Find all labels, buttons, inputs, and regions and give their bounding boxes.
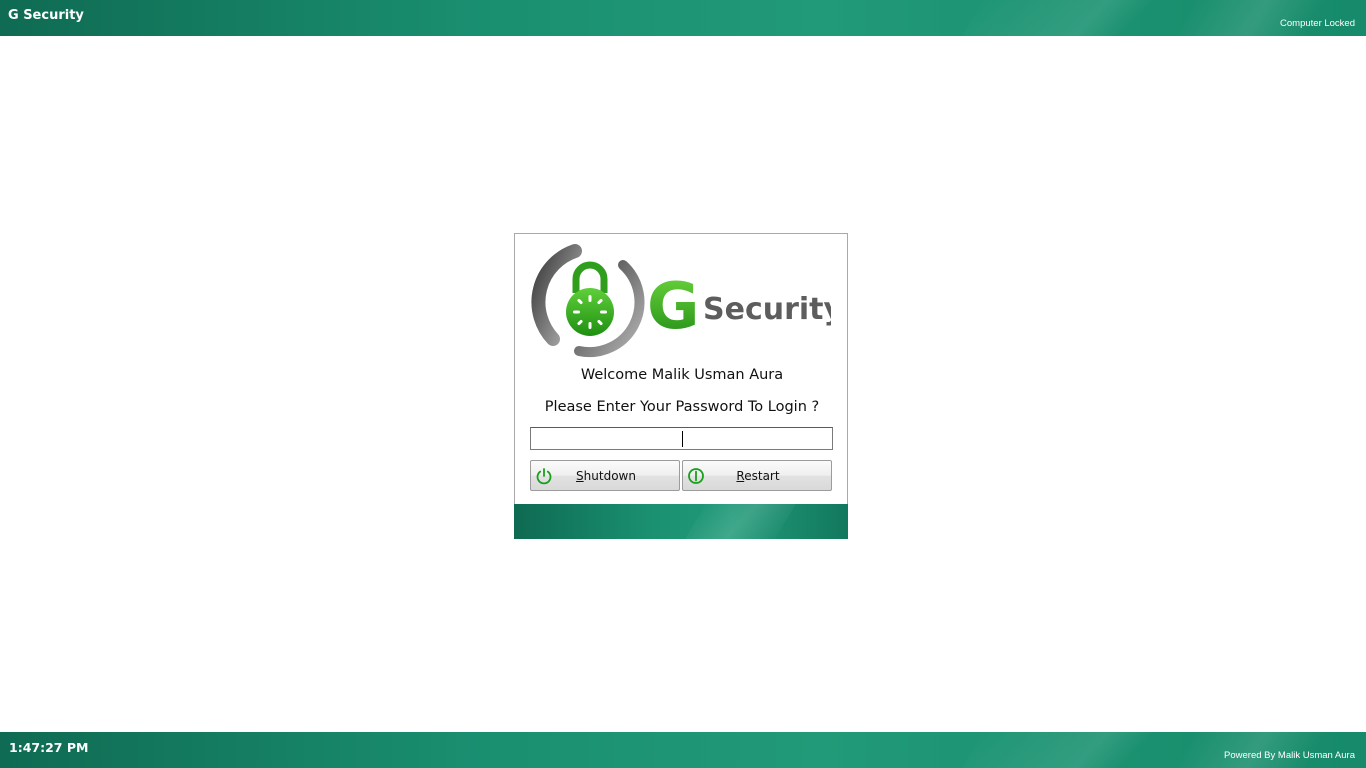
restart-button[interactable]: Restart: [682, 460, 832, 491]
dialog-footer-band: [514, 504, 848, 539]
title-bar: G Security Computer Locked: [0, 0, 1366, 36]
shutdown-label: Shutdown: [576, 469, 636, 483]
logo-text: Security: [703, 292, 831, 327]
clock: 1:47:27 PM: [9, 740, 89, 755]
status-bar: 1:47:27 PM Powered By Malik Usman Aura: [0, 732, 1366, 768]
powered-by-text: Powered By Malik Usman Aura: [1224, 750, 1355, 761]
app-title: G Security: [8, 8, 84, 23]
logo-letter: G: [647, 270, 700, 344]
lock-status-text: Computer Locked: [1280, 18, 1355, 29]
shutdown-button[interactable]: Shutdown: [530, 460, 680, 491]
welcome-text: Welcome Malik Usman Aura: [580, 367, 784, 383]
padlock-logo-icon: G Security: [531, 244, 831, 358]
text-caret: [682, 431, 683, 447]
login-dialog: G Security Welcome Malik Usman Aura Plea…: [514, 233, 848, 539]
restart-label: Restart: [736, 469, 780, 483]
password-prompt: Please Enter Your Password To Login ?: [544, 399, 820, 415]
